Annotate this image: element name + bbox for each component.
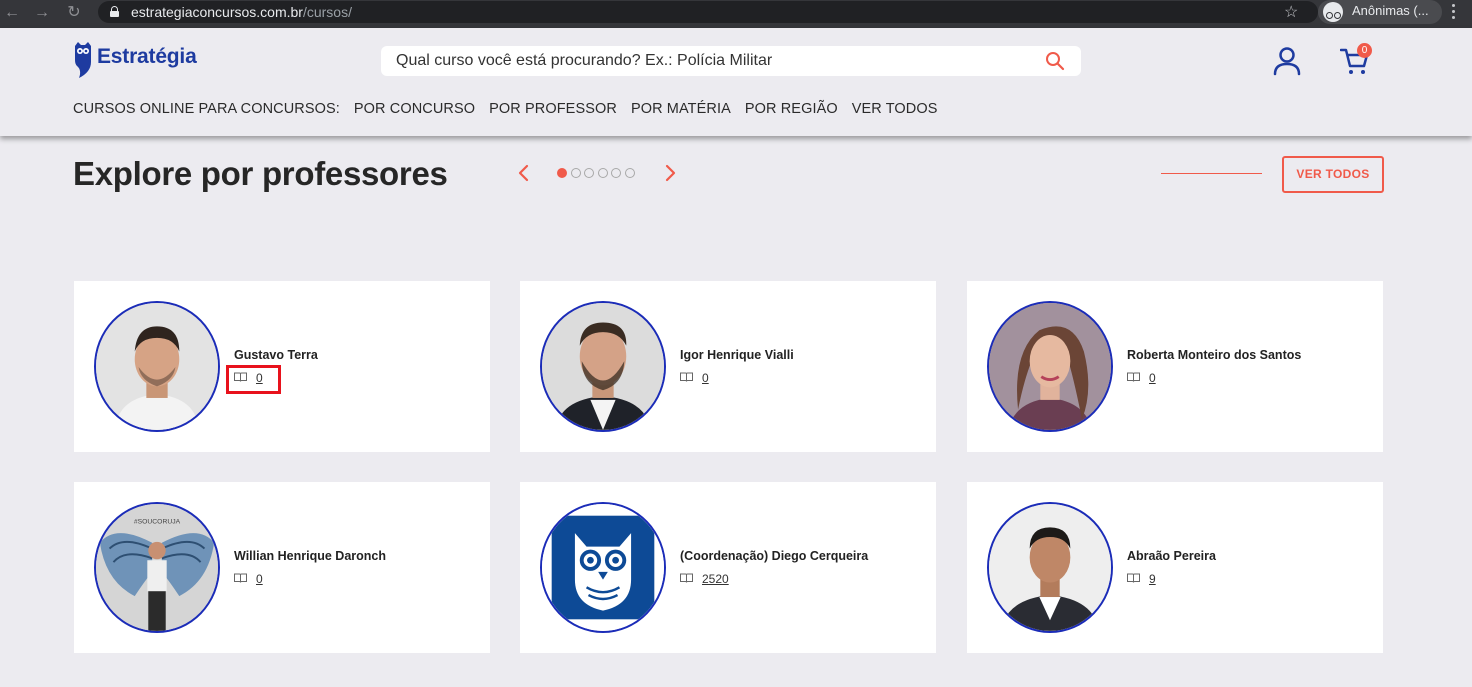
book-icon — [1127, 573, 1140, 583]
person-photo-icon — [989, 303, 1111, 430]
nav-item-por-concurso[interactable]: POR CONCURSO — [354, 101, 475, 117]
person-photo-icon — [989, 504, 1111, 631]
site-header: Estratégia Qual curso você está procuran… — [0, 28, 1472, 136]
back-icon[interactable]: ← — [2, 3, 22, 23]
person-photo-icon: #SOUCORUJA — [96, 504, 218, 631]
professor-name[interactable]: (Coordenação) Diego Cerqueira — [680, 549, 868, 563]
carousel-dot[interactable] — [611, 168, 621, 178]
professor-card[interactable]: Abraão Pereira 9 — [967, 482, 1383, 653]
search-placeholder: Qual curso você está procurando? Ex.: Po… — [396, 52, 773, 69]
course-count-link[interactable]: 0 — [1149, 371, 1156, 385]
professor-avatar[interactable] — [987, 502, 1113, 633]
nav-label-cursos-online: CURSOS ONLINE PARA CONCURSOS: — [73, 101, 340, 117]
professor-avatar[interactable] — [987, 301, 1113, 432]
course-count-link[interactable]: 0 — [256, 572, 263, 586]
section-title: Explore por professores — [73, 155, 448, 192]
forward-icon[interactable]: → — [32, 3, 52, 23]
bookmark-star-icon[interactable]: ☆ — [1284, 2, 1298, 22]
carousel-next-arrow-icon[interactable] — [663, 164, 677, 182]
professor-card[interactable]: Gustavo Terra 0 — [74, 281, 490, 452]
professor-card[interactable]: Roberta Monteiro dos Santos 0 — [967, 281, 1383, 452]
svg-text:#SOUCORUJA: #SOUCORUJA — [134, 518, 181, 525]
logo-text: Estratégia — [97, 45, 197, 68]
book-icon — [680, 573, 693, 583]
carousel-dot[interactable] — [570, 168, 581, 178]
professor-avatar[interactable] — [540, 301, 666, 432]
cart-count-badge: 0 — [1357, 43, 1372, 58]
professor-card[interactable]: Igor Henrique Vialli 0 — [520, 281, 936, 452]
professor-avatar[interactable] — [540, 502, 666, 633]
search-input[interactable]: Qual curso você está procurando? Ex.: Po… — [381, 46, 1081, 76]
carousel-dot[interactable] — [597, 168, 608, 178]
book-icon — [1127, 372, 1140, 382]
incognito-icon — [1323, 2, 1343, 22]
main-nav: CURSOS ONLINE PARA CONCURSOS: POR CONCURS… — [73, 100, 952, 120]
profile-label: Anônimas (... — [1352, 3, 1429, 18]
lock-icon — [110, 6, 119, 17]
book-icon — [680, 372, 693, 382]
professor-name[interactable]: Gustavo Terra — [234, 348, 318, 362]
nav-item-por-professor[interactable]: POR PROFESSOR — [489, 101, 617, 117]
professor-card[interactable]: (Coordenação) Diego Cerqueira 2520 — [520, 482, 936, 653]
nav-item-por-regiao[interactable]: POR REGIÃO — [745, 101, 838, 117]
owl-logo-icon — [75, 42, 91, 78]
reload-icon[interactable]: ↻ — [64, 3, 84, 23]
ver-todos-button[interactable]: VER TODOS — [1282, 156, 1384, 193]
nav-item-ver-todos[interactable]: VER TODOS — [852, 101, 938, 117]
browser-menu-icon[interactable] — [1452, 4, 1456, 20]
professor-card[interactable]: #SOUCORUJA Willian Henrique Daronch 0 — [74, 482, 490, 653]
highlight-annotation-box — [226, 365, 281, 394]
user-account-icon[interactable] — [1273, 46, 1301, 76]
professor-name[interactable]: Abraão Pereira — [1127, 549, 1216, 563]
course-count-link[interactable]: 0 — [702, 371, 709, 385]
professor-name[interactable]: Igor Henrique Vialli — [680, 348, 794, 362]
carousel-dot[interactable] — [584, 168, 594, 178]
course-count-link[interactable]: 2520 — [702, 572, 729, 586]
carousel-prev-arrow-icon[interactable] — [517, 164, 531, 182]
owl-logo-icon — [542, 504, 664, 631]
nav-item-por-materia[interactable]: POR MATÉRIA — [631, 101, 731, 117]
address-bar[interactable]: estrategiaconcursos.com.br/cursos/ — [98, 1, 1318, 23]
professor-name[interactable]: Willian Henrique Daronch — [234, 549, 386, 563]
carousel-dot[interactable] — [624, 168, 635, 178]
browser-chrome: ← → ↻ estrategiaconcursos.com.br/cursos/… — [0, 0, 1472, 28]
carousel-pagination — [557, 168, 638, 179]
url-text: estrategiaconcursos.com.br/cursos/ — [131, 4, 352, 20]
carousel-dot[interactable] — [557, 168, 567, 178]
profile-button[interactable]: Anônimas (... — [1318, 0, 1442, 24]
person-photo-icon — [96, 303, 218, 430]
professor-name[interactable]: Roberta Monteiro dos Santos — [1127, 348, 1301, 362]
search-icon[interactable] — [1045, 51, 1065, 71]
professor-avatar[interactable]: #SOUCORUJA — [94, 502, 220, 633]
person-photo-icon — [542, 303, 664, 430]
professor-avatar[interactable] — [94, 301, 220, 432]
book-icon — [234, 573, 247, 583]
decorative-line — [1161, 173, 1262, 174]
course-count-link[interactable]: 9 — [1149, 572, 1156, 586]
